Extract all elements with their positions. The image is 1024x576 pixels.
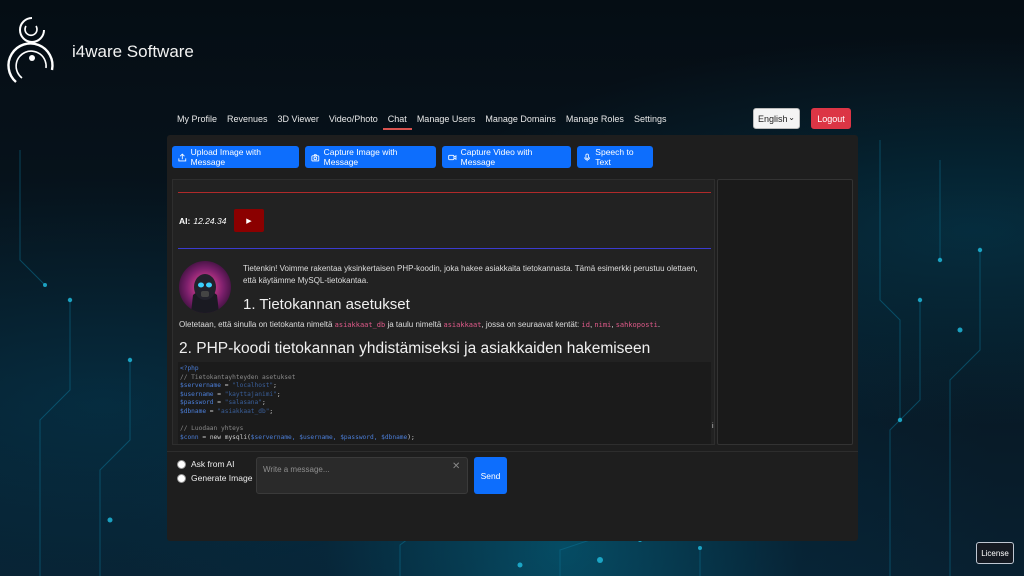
ai-label: AI: [179,216,191,226]
ai-message-intro: Tietenkin! Voimme rakentaa yksinkertaise… [243,264,698,285]
section-heading-1: 1. Tietokannan asetukset [243,296,410,313]
code-block: <?php // Tietokantayhteyden asetukset $s… [178,362,711,444]
message-divider [178,192,711,193]
code-var: $password [180,399,214,407]
para-text: , jossa on seuraavat kentät: [481,320,582,329]
message-input[interactable]: Write a message... [256,457,468,494]
section-heading-2: 2. PHP-koodi tietokannan yhdistämiseksi … [179,340,651,357]
nav-item-my-profile[interactable]: My Profile [172,108,222,130]
para-text: . [657,320,661,329]
speech-to-text-label: Speech to Text [595,147,634,167]
message-divider [178,248,711,249]
ai-message-paragraph: Oletetaan, että sinulla on tietokanta ni… [179,320,660,329]
code-var: $conn [180,433,199,441]
play-icon: ▶ [246,217,252,225]
radio-ask-from-ai[interactable]: Ask from AI [177,459,234,469]
code-text: ); [407,433,415,441]
code-text: = new mysqli( [198,433,251,441]
nav-item-manage-domains[interactable]: Manage Domains [480,108,561,130]
para-text: Oletetaan, että sinulla on tietokanta ni… [179,320,335,329]
speech-to-text-button[interactable]: Speech to Text [577,146,653,168]
nav-item-manage-roles[interactable]: Manage Roles [561,108,629,130]
language-value: English [758,113,788,124]
inline-code: asiakkaat [443,321,482,329]
nav-item-3d-viewer[interactable]: 3D Viewer [273,108,324,130]
radio-label: Ask from AI [191,459,235,469]
main-nav: My Profile Revenues 3D Viewer Video/Phot… [172,108,671,130]
scroll-indicator: i [712,423,714,430]
chat-side-panel [717,179,853,445]
language-select[interactable]: English ⌄ [753,108,800,129]
inline-code: id [581,321,590,329]
microphone-icon [584,153,591,161]
code-var: $servername [180,382,221,390]
play-audio-button[interactable]: ▶ [234,209,264,232]
nav-item-settings[interactable]: Settings [629,108,672,130]
nav-item-manage-users[interactable]: Manage Users [412,108,481,130]
upload-image-button[interactable]: Upload Image with Message [172,146,299,168]
upload-icon [178,152,187,161]
code-line: <?php [180,365,199,372]
license-button[interactable]: License [976,542,1014,564]
radio-label: Generate Image [191,473,253,483]
clear-icon[interactable]: ✕ [452,461,460,472]
nav-item-video-photo[interactable]: Video/Photo [324,108,383,130]
i4ware-logo [7,17,54,83]
ai-message-header: AI: 12.24.34 [179,216,226,226]
code-string: "salasana" [224,399,262,407]
chat-messages[interactable]: AI: 12.24.34 ▶ Tietenkin! Voimme rakentaa… [172,179,715,445]
composer-divider [167,451,858,452]
code-comment: // Luodaan yhteys [180,425,244,433]
radio-button[interactable] [177,459,186,469]
ai-timestamp: 12.24.34 [193,216,227,226]
capture-image-label: Capture Image with Message [323,147,398,167]
code-var: $username [180,390,214,398]
chevron-down-icon: ⌄ [788,113,795,122]
brand-name: i4ware Software [72,42,194,61]
logout-button[interactable]: Logout [811,108,851,129]
inline-code: nimi [594,321,612,329]
code-args: $servername, $username, $password, $dbna… [250,433,408,441]
nav-item-chat[interactable]: Chat [382,108,412,130]
inline-code: sahkoposti [615,321,658,329]
video-camera-icon [448,154,457,160]
camera-icon [311,153,320,161]
code-string: "localhost" [232,382,274,390]
para-text: ja taulu nimeltä [385,320,444,329]
ai-avatar [179,261,231,313]
capture-video-button[interactable]: Capture Video with Message [442,146,571,168]
nav-item-revenues[interactable]: Revenues [222,108,273,130]
upload-image-label: Upload Image with Message [190,147,261,167]
message-placeholder: Write a message... [263,465,330,474]
code-comment: // Tietokantayhteyden asetukset [180,373,296,381]
radio-button[interactable] [177,473,186,483]
code-string: "asiakkaat_db" [217,407,270,415]
code-string: "kayttajanimi" [224,390,277,398]
capture-image-button[interactable]: Capture Image with Message [305,146,436,168]
capture-video-label: Capture Video with Message [460,147,533,167]
inline-code: asiakkaat_db [334,321,386,329]
radio-generate-image[interactable]: Generate Image [177,473,252,483]
send-button[interactable]: Send [474,457,507,494]
code-var: $dbname [180,407,207,415]
